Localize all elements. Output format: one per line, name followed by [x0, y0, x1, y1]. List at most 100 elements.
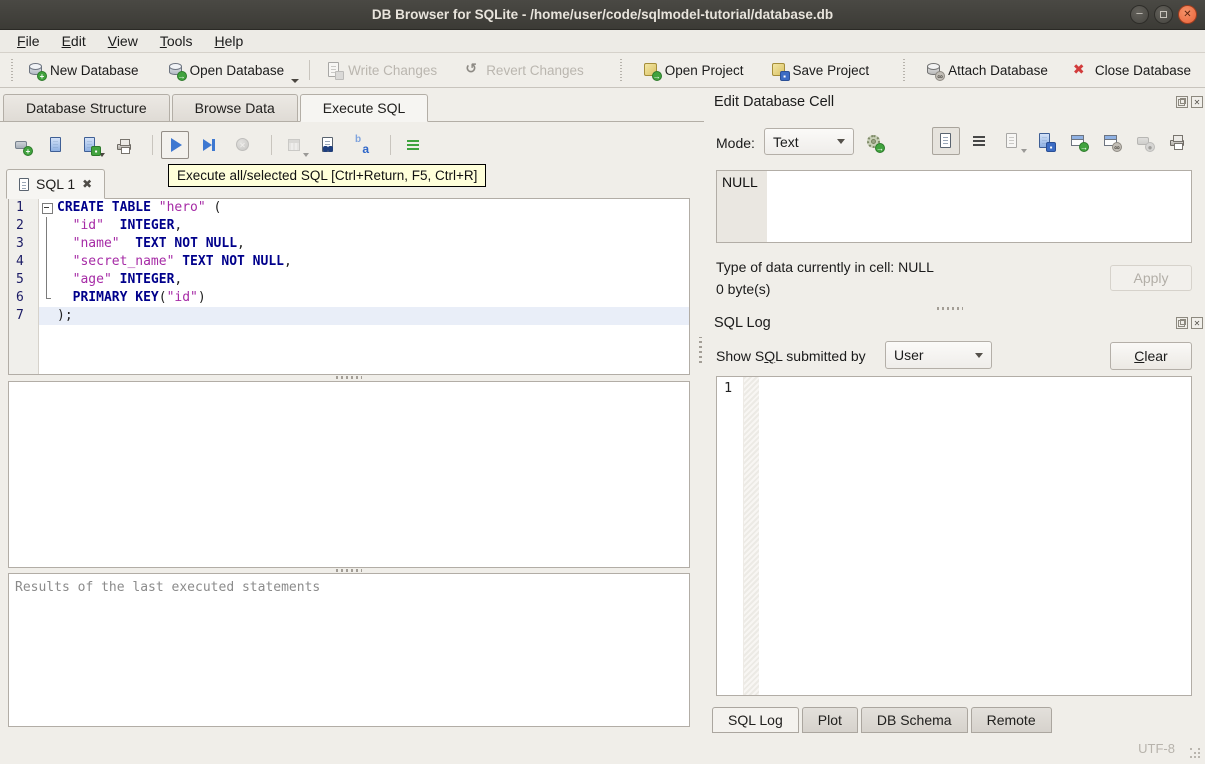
float-dock-icon[interactable]: [1176, 96, 1188, 108]
toolbar-separator: [309, 60, 311, 80]
titlebar[interactable]: DB Browser for SQLite - /home/user/code/…: [0, 0, 1205, 30]
auto-switch-mode-button[interactable]: →: [860, 128, 888, 156]
menu-file[interactable]: File: [6, 31, 51, 51]
set-null-button[interactable]: ●: [1130, 127, 1158, 155]
editor-line-5[interactable]: 5 "age" INTEGER,: [9, 271, 689, 289]
mode-combobox[interactable]: Text: [764, 128, 854, 155]
execute-tooltip: Execute all/selected SQL [Ctrl+Return, F…: [168, 164, 487, 187]
results-message-pane[interactable]: Results of the last executed statements: [8, 573, 690, 727]
save-project-button[interactable]: ▪ Save Project: [763, 57, 877, 83]
import-file-button[interactable]: [998, 127, 1027, 155]
main-tab-bar: Database Structure Browse Data Execute S…: [0, 94, 704, 122]
gear-icon: →: [865, 133, 885, 153]
print-sql-button[interactable]: [110, 131, 138, 159]
stop-execution-button[interactable]: [229, 131, 257, 159]
chevron-down-icon: [837, 139, 845, 144]
editor-empty-area[interactable]: [9, 325, 689, 374]
print-icon: [1168, 132, 1186, 150]
dock-tab-remote[interactable]: Remote: [970, 707, 1052, 733]
print-cell-button[interactable]: [1163, 127, 1191, 155]
text-case-button[interactable]: [348, 131, 376, 159]
export-file-button[interactable]: ▪: [1031, 127, 1059, 155]
save-sql-file-button[interactable]: ▪: [76, 131, 105, 159]
apply-button[interactable]: Apply: [1110, 265, 1192, 291]
tab-browse-data[interactable]: Browse Data: [171, 94, 298, 121]
cell-value: NULL: [722, 174, 758, 190]
close-dock-icon[interactable]: ✕: [1191, 317, 1203, 329]
log-filter-combobox[interactable]: User: [885, 341, 992, 369]
open-sql-tab-button[interactable]: +: [8, 131, 36, 159]
cell-type-text: Type of data currently in cell: NULL: [716, 259, 934, 275]
sql-editor-lines: 1 CREATE TABLE "hero" (2 "id" INTEGER, 3 "…: [9, 199, 689, 374]
open-sql-file-icon: [47, 136, 65, 154]
editor-line-6[interactable]: 6 PRIMARY KEY("id"): [9, 289, 689, 307]
sql-log-view[interactable]: 1: [716, 376, 1192, 696]
editor-results-splitter[interactable]: [8, 375, 690, 380]
new-database-button[interactable]: + New Database: [20, 57, 146, 83]
sql-toolbar-separator-3: [390, 135, 391, 155]
editor-line-7[interactable]: 7);: [9, 307, 689, 325]
editor-line-2[interactable]: 2 "id" INTEGER,: [9, 217, 689, 235]
tab-database-structure[interactable]: Database Structure: [3, 94, 170, 121]
export-file-icon: ▪: [1036, 132, 1056, 152]
dock-tab-plot[interactable]: Plot: [801, 707, 858, 733]
attach-database-icon: ∞: [925, 61, 946, 81]
execute-all-icon: [166, 136, 184, 154]
close-sql-tab-icon[interactable]: ✖: [82, 178, 92, 190]
menu-view[interactable]: View: [97, 31, 149, 51]
results-grid-pane[interactable]: [8, 381, 690, 568]
execute-current-line-button[interactable]: [195, 131, 223, 159]
sql-editor-tab[interactable]: SQL 1 ✖: [6, 169, 106, 199]
mode-label: Mode:: [716, 135, 755, 151]
menu-edit[interactable]: Edit: [51, 31, 97, 51]
clear-log-button[interactable]: Clear: [1110, 342, 1192, 370]
new-database-icon: +: [27, 61, 47, 81]
dock-tab-sql-log[interactable]: SQL Log: [712, 707, 799, 733]
dock-splitter[interactable]: [698, 330, 703, 370]
editor-line-4[interactable]: 4 "secret_name" TEXT NOT NULL,: [9, 253, 689, 271]
sql-editor[interactable]: 1 CREATE TABLE "hero" (2 "id" INTEGER, 3 "…: [8, 198, 690, 375]
format-sql-button[interactable]: [399, 131, 427, 159]
dock-tab-db-schema[interactable]: DB Schema: [860, 707, 968, 733]
text-mode-button[interactable]: [932, 127, 960, 155]
resize-grip[interactable]: [1190, 748, 1200, 758]
menu-help[interactable]: Help: [204, 31, 255, 51]
toolbar-drag-handle-3[interactable]: [903, 59, 908, 81]
float-dock-icon[interactable]: [1176, 317, 1188, 329]
close-dock-icon[interactable]: ✕: [1191, 96, 1203, 108]
import-menu-arrow: [1021, 149, 1027, 153]
text-case-icon: [353, 134, 371, 155]
maximize-button[interactable]: [1154, 5, 1173, 24]
execute-all-button[interactable]: [161, 131, 189, 159]
minimize-button[interactable]: ─: [1130, 5, 1149, 24]
write-changes-button[interactable]: Write Changes: [318, 57, 444, 83]
link-icon: ∞: [1102, 132, 1122, 152]
open-database-menu-arrow[interactable]: [291, 79, 300, 83]
revert-changes-button[interactable]: Revert Changes: [456, 57, 591, 83]
sql-log-title: SQL Log: [714, 315, 771, 331]
editor-line-3[interactable]: 3 "name" TEXT NOT NULL,: [9, 235, 689, 253]
word-wrap-icon: [970, 132, 988, 150]
open-project-button[interactable]: → Open Project: [635, 57, 751, 83]
open-external-button[interactable]: →: [1064, 127, 1092, 155]
menu-tools[interactable]: Tools: [149, 31, 204, 51]
toolbar-drag-handle-2[interactable]: [619, 59, 624, 81]
tab-execute-sql[interactable]: Execute SQL: [299, 94, 429, 122]
maximize-icon: [1160, 11, 1167, 18]
text-mode-icon: [937, 132, 955, 150]
open-sql-file-button[interactable]: [42, 131, 70, 159]
toolbar-drag-handle[interactable]: [11, 59, 15, 81]
window-title: DB Browser for SQLite - /home/user/code/…: [371, 7, 834, 22]
open-database-button[interactable]: → Open Database: [160, 57, 292, 83]
word-wrap-button[interactable]: [965, 127, 993, 155]
close-database-button[interactable]: Close Database: [1065, 57, 1198, 83]
find-button[interactable]: [314, 131, 342, 159]
dock-vertical-splitter[interactable]: [830, 306, 1070, 311]
save-results-button[interactable]: [280, 131, 309, 159]
mode-value: Text: [773, 133, 799, 150]
link-button[interactable]: ∞: [1097, 127, 1125, 155]
editor-line-1[interactable]: 1 CREATE TABLE "hero" (: [9, 199, 689, 217]
close-button[interactable]: ✕: [1178, 5, 1197, 24]
cell-value-editor[interactable]: NULL: [716, 170, 1192, 243]
attach-database-button[interactable]: ∞ Attach Database: [918, 57, 1055, 83]
